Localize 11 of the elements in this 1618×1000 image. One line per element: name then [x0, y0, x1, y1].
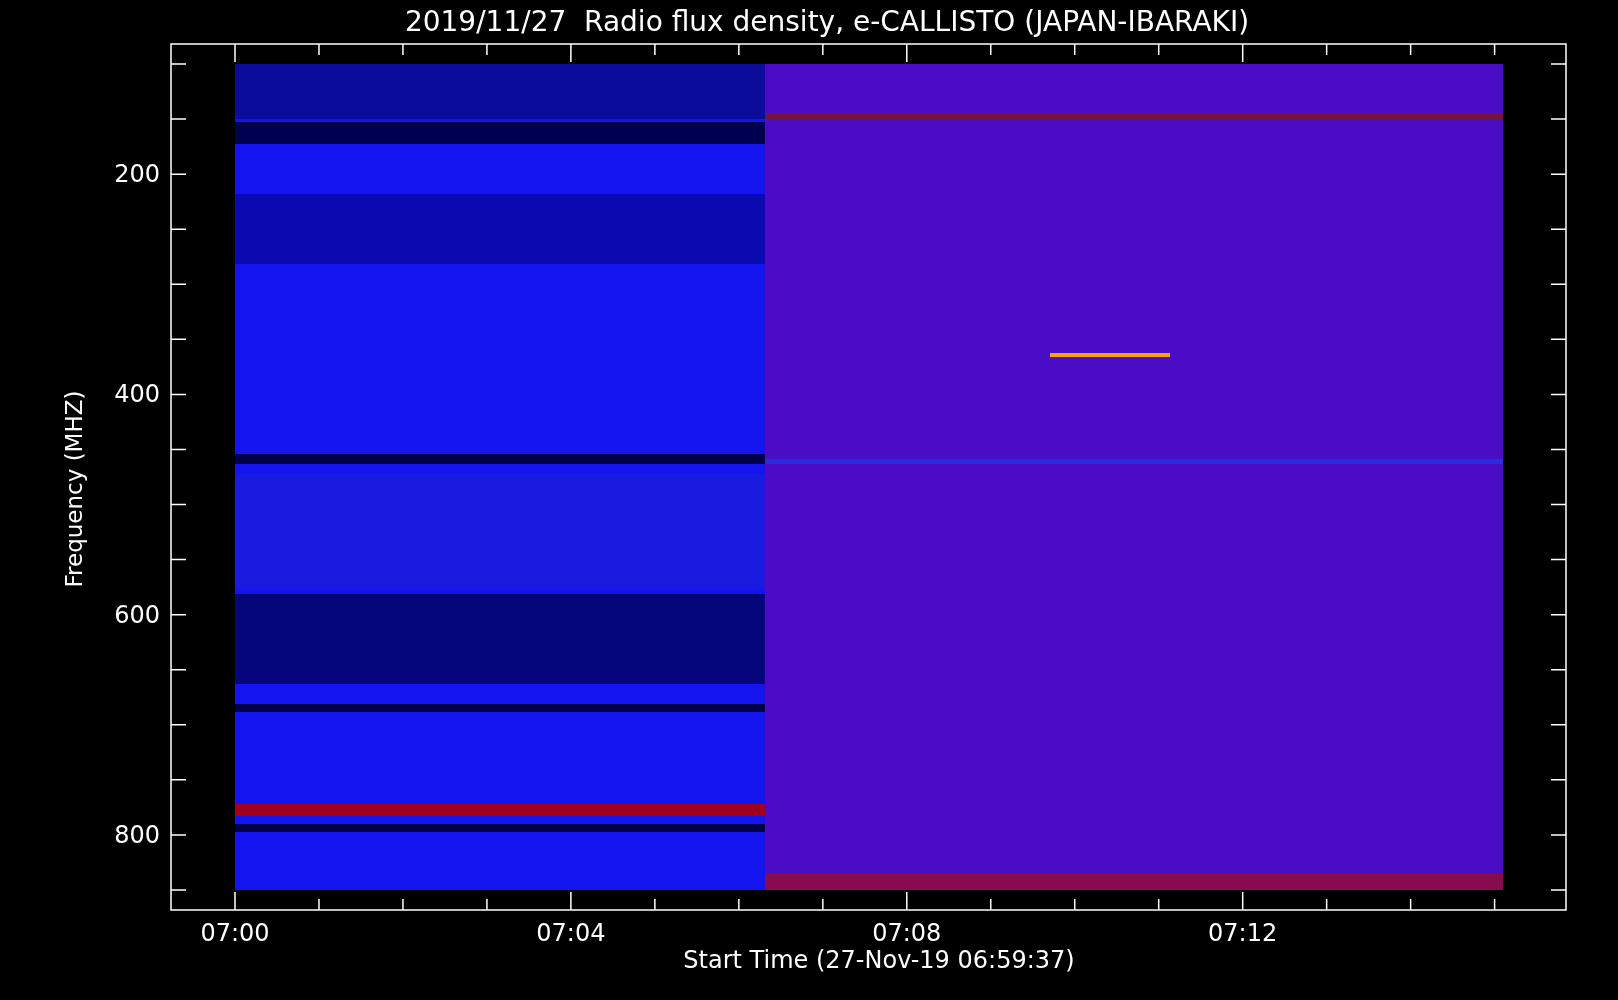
tick-label: 07:04	[535, 921, 607, 945]
tick-label: 200	[114, 162, 160, 187]
axis-label: Start Time (27-Nov-19 06:59:37)	[683, 947, 1075, 973]
tick-label: 07:12	[1207, 921, 1279, 945]
tick-label: 07:00	[199, 921, 271, 945]
tick-label: 400	[114, 382, 160, 407]
tick-label: 07:08	[871, 921, 943, 945]
tick-label: 800	[114, 822, 160, 847]
tick-label: 600	[114, 602, 160, 627]
axis-label: Frequency (MHZ)	[61, 390, 87, 588]
chart-title: 2019/11/27 Radio flux density, e-CALLISTO (JAPAN-IBARAKI)	[403, 4, 1251, 40]
